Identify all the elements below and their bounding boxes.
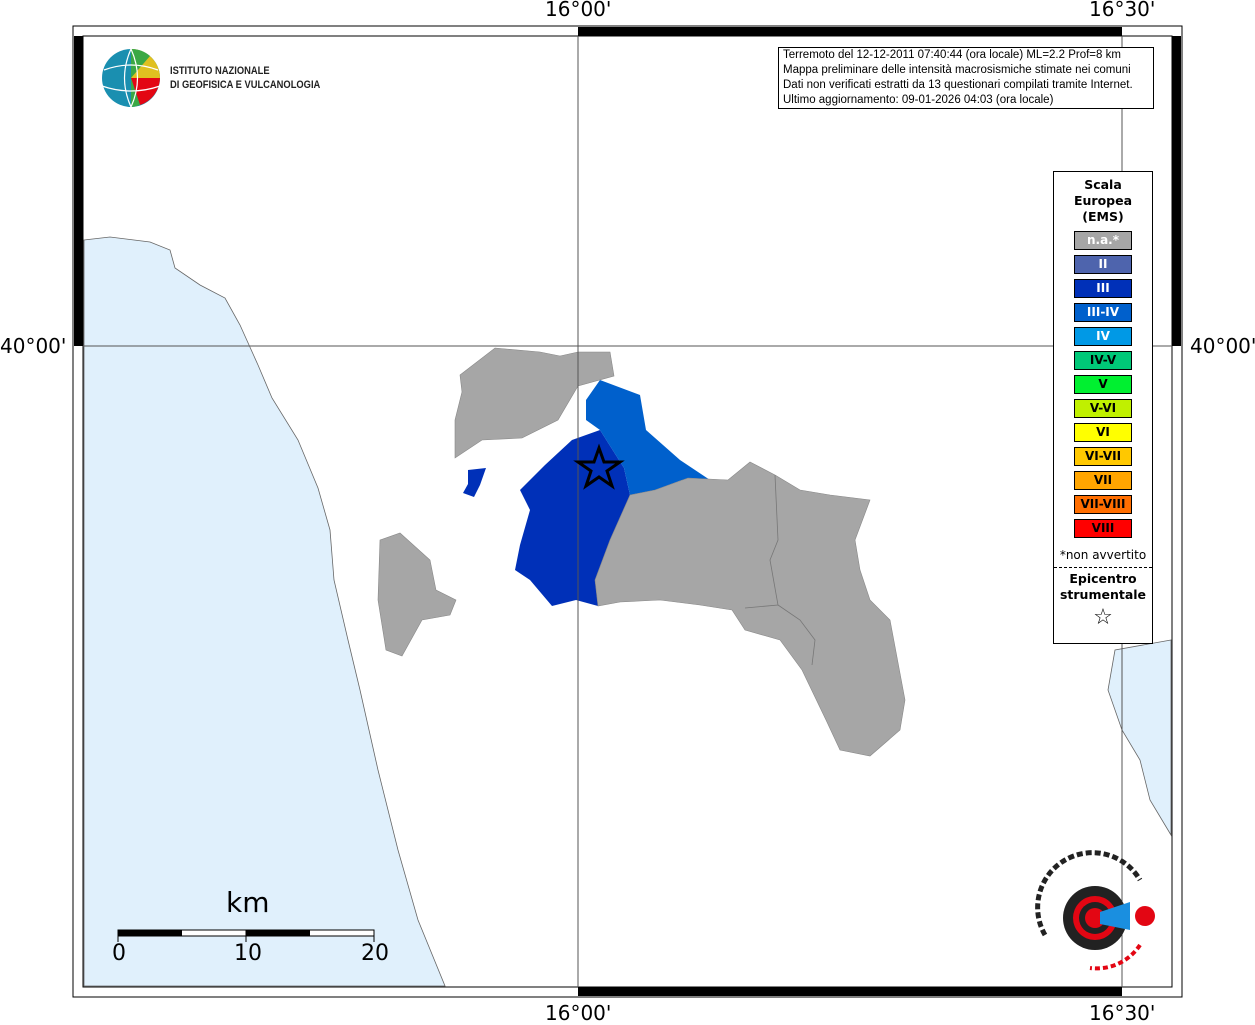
legend-divider	[1054, 567, 1152, 568]
ingv-name-line2: DI GEOFISICA E VULCANOLOGIA	[170, 79, 321, 91]
legend-title-line: Scala	[1084, 177, 1122, 192]
ingv-logo: ISTITUTO NAZIONALE DI GEOFISICA E VULCAN…	[100, 48, 320, 110]
info-line: Terremoto del 12-12-2011 07:40:44 (ora l…	[783, 49, 1121, 61]
lon-label-bottom-16-00: 16°00'	[545, 1001, 612, 1025]
legend-item: VI-VII	[1074, 447, 1132, 466]
scale-unit: km	[226, 886, 270, 919]
frame-segment	[74, 36, 83, 346]
legend-item: n.a.*	[1074, 231, 1132, 250]
legend-item: V	[1074, 375, 1132, 394]
legend-epicenter-line: Epicentro	[1069, 571, 1137, 586]
scale-tick-label: 0	[112, 941, 126, 966]
legend-epicenter-label: Epicentro strumentale	[1054, 571, 1152, 603]
lon-label-bottom-16-30: 16°30'	[1089, 1001, 1156, 1025]
intensity-legend: Scala Europea (EMS) n.a.* II III III-IV IV IV…	[1053, 171, 1153, 644]
frame-segment	[578, 27, 1122, 36]
epicenter-star-icon: ☆	[1093, 605, 1113, 630]
legend-item: III	[1074, 279, 1132, 298]
legend-item: VII	[1074, 471, 1132, 490]
frame-segment	[578, 987, 1122, 996]
legend-item: III-IV	[1074, 303, 1132, 322]
lon-label-top-16-00: 16°00'	[545, 0, 612, 21]
legend-epicenter-line: strumentale	[1059, 587, 1147, 602]
legend-item: IV	[1074, 327, 1132, 346]
scale-tick-label: 10	[234, 941, 262, 966]
lat-label-right: 40°00'	[1190, 334, 1255, 358]
info-line: Mappa preliminare delle intensità macros…	[783, 64, 1131, 76]
legend-item: IV-V	[1074, 351, 1132, 370]
info-line: Ultimo aggiornamento: 09-01-2026 04:03 (…	[783, 94, 1054, 106]
frame-segment	[1172, 36, 1181, 346]
legend-title-line: Europea	[1073, 193, 1133, 208]
scale-tick-label: 20	[361, 941, 389, 966]
legend-note: *non avvertito	[1059, 548, 1147, 562]
legend-item: VI	[1074, 423, 1132, 442]
lon-label-top-16-30: 16°30'	[1089, 0, 1156, 21]
legend-title: Scala Europea (EMS)	[1054, 177, 1152, 225]
info-line: Dati non verificati estratti da 13 quest…	[783, 79, 1133, 91]
legend-item: II	[1074, 255, 1132, 274]
event-info-box: Terremoto del 12-12-2011 07:40:44 (ora l…	[778, 47, 1154, 109]
legend-title-line: (EMS)	[1082, 209, 1124, 224]
legend-item: VIII	[1074, 519, 1132, 538]
lat-label-left: 40°00'	[0, 334, 67, 358]
legend-item: VII-VIII	[1074, 495, 1132, 514]
legend-item: V-VI	[1074, 399, 1132, 418]
ingv-name-line1: ISTITUTO NAZIONALE	[170, 65, 270, 77]
